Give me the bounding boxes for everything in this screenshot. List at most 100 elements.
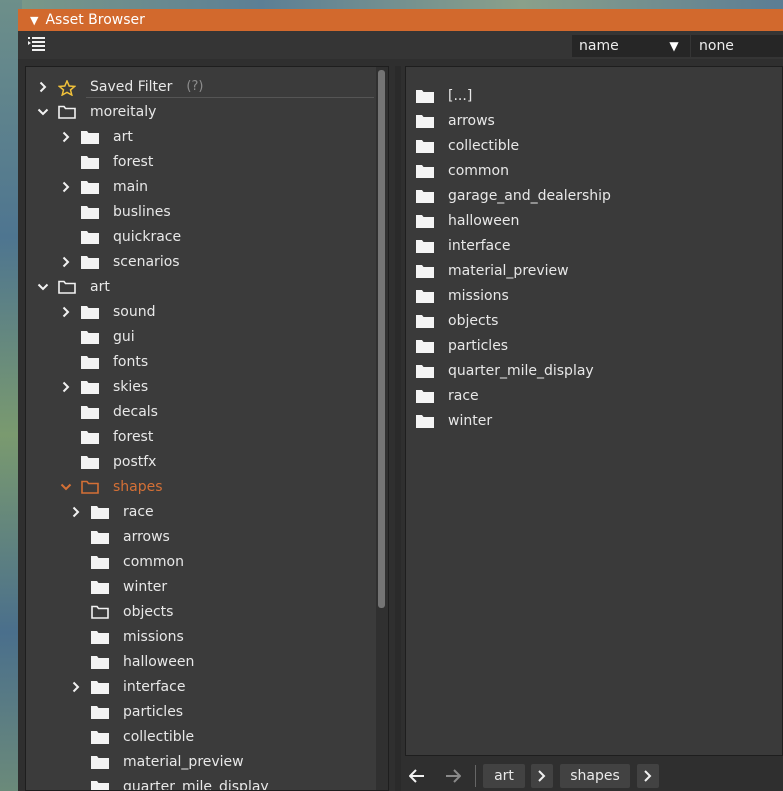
tree-item[interactable]: decals [59, 399, 158, 424]
tree-item-label: moreitaly [90, 103, 157, 120]
chevron-right-icon[interactable] [59, 131, 73, 143]
tree-item-label: collectible [123, 728, 195, 745]
list-item-label: interface [448, 237, 511, 254]
list-item[interactable]: particles [416, 333, 508, 358]
folder-icon [81, 455, 99, 469]
tree-item-label: gui [113, 328, 135, 345]
filter-select[interactable]: none [691, 35, 783, 57]
tree-item-label: scenarios [113, 253, 180, 270]
chevron-down-icon[interactable] [36, 108, 50, 116]
list-item[interactable]: common [416, 158, 509, 183]
folder-contents-pane[interactable]: [...] arrows collectible common garage_and_d… [405, 66, 783, 756]
list-item[interactable]: quarter_mile_display [416, 358, 594, 383]
tree-item[interactable]: objects [69, 599, 173, 624]
tree-item[interactable]: arrows [69, 524, 170, 549]
window-titlebar[interactable]: ▼ Asset Browser [18, 9, 783, 31]
navigation-bar: art shapes [405, 759, 783, 791]
help-hint[interactable]: (?) [186, 79, 203, 94]
tree-item[interactable]: scenarios [59, 249, 180, 274]
desktop-background-top [0, 0, 783, 9]
menu-list-icon[interactable] [26, 36, 48, 54]
list-item[interactable]: interface [416, 233, 510, 258]
forward-arrow-icon[interactable] [441, 765, 465, 787]
list-item[interactable]: winter [416, 408, 492, 433]
tree-item[interactable]: collectible [69, 724, 194, 749]
list-item[interactable]: garage_and_dealership [416, 183, 611, 208]
chevron-right-icon[interactable] [59, 181, 73, 193]
list-item-label: race [448, 387, 479, 404]
tree-item[interactable]: forest [59, 424, 153, 449]
folder-icon [91, 630, 109, 644]
window-title: Asset Browser [45, 12, 145, 28]
chevron-down-icon[interactable] [36, 283, 50, 291]
tree-item[interactable]: quarter_mile_display [69, 774, 269, 790]
tree-item[interactable]: art [59, 124, 133, 149]
tree-item[interactable]: material_preview [69, 749, 244, 774]
tree-item[interactable]: postfx [59, 449, 156, 474]
tree-item-label: skies [113, 378, 149, 395]
folder-icon [91, 555, 109, 569]
tree-item[interactable]: race [69, 499, 154, 524]
folder-icon [81, 205, 99, 219]
folder-icon [81, 130, 99, 144]
breadcrumb-chevron-right-icon[interactable] [531, 764, 553, 788]
list-item[interactable]: material_preview [416, 258, 569, 283]
chevron-down-icon[interactable] [59, 483, 73, 491]
list-item[interactable]: race [416, 383, 479, 408]
pane-splitter[interactable] [395, 66, 401, 791]
tree-item-label: interface [123, 678, 186, 695]
tree-item[interactable]: gui [59, 324, 135, 349]
tree-item-label: shapes [113, 478, 163, 495]
tree-item[interactable]: main [59, 174, 148, 199]
tree-item[interactable]: winter [69, 574, 167, 599]
tree-item[interactable]: sound [59, 299, 156, 324]
breadcrumb-chevron-right-icon[interactable] [637, 764, 659, 788]
chevron-right-icon[interactable] [69, 506, 83, 518]
list-item[interactable]: arrows [416, 108, 495, 133]
list-item[interactable]: missions [416, 283, 509, 308]
tree-item-label: art [113, 128, 133, 145]
tree-item[interactable]: fonts [59, 349, 148, 374]
folder-icon [91, 505, 109, 519]
tree-item[interactable]: particles [69, 699, 183, 724]
list-item[interactable]: [...] [416, 83, 472, 108]
tree-item-label: quickrace [113, 228, 182, 245]
folder-icon [416, 114, 434, 128]
tree-item[interactable]: shapes [59, 474, 163, 499]
back-arrow-icon[interactable] [405, 765, 429, 787]
chevron-right-icon[interactable] [59, 306, 73, 318]
tree-item[interactable]: halloween [69, 649, 194, 674]
tree-item[interactable]: art [36, 274, 110, 299]
folder-icon [81, 355, 99, 369]
breadcrumb-shapes[interactable]: shapes [560, 764, 630, 788]
tree-item[interactable]: quickrace [59, 224, 181, 249]
tree-item[interactable]: buslines [59, 199, 171, 224]
list-item[interactable]: objects [416, 308, 498, 333]
tree-item[interactable]: interface [69, 674, 185, 699]
folder-icon [416, 264, 434, 278]
sort-field-value: name [579, 38, 619, 54]
tree-item[interactable]: skies [59, 374, 148, 399]
tree-item[interactable]: forest [59, 149, 153, 174]
tree-item[interactable]: Saved Filter (?) [36, 74, 203, 99]
sort-dropdown-icon[interactable]: ▼ [658, 35, 690, 57]
chevron-right-icon[interactable] [69, 681, 83, 693]
list-item[interactable]: collectible [416, 133, 519, 158]
chevron-right-icon[interactable] [59, 256, 73, 268]
chevron-right-icon[interactable] [59, 381, 73, 393]
tree-item-label: sound [113, 303, 156, 320]
list-item-label: quarter_mile_display [448, 362, 594, 379]
tree-item[interactable]: common [69, 549, 184, 574]
breadcrumb-art[interactable]: art [483, 764, 525, 788]
collapse-triangle-icon[interactable]: ▼ [30, 14, 38, 27]
list-item[interactable]: halloween [416, 208, 519, 233]
tree-scrollbar-thumb[interactable] [378, 70, 385, 608]
folder-tree-pane[interactable]: Saved Filter (?) moreitaly art forest main bus… [25, 66, 389, 791]
tree-item-label: forest [113, 428, 154, 445]
chevron-right-icon[interactable] [36, 81, 50, 93]
tree-item-label: objects [123, 603, 174, 620]
tree-item[interactable]: missions [69, 624, 184, 649]
tree-item[interactable]: moreitaly [36, 99, 156, 124]
folder-icon [416, 339, 434, 353]
folder-icon [416, 139, 434, 153]
